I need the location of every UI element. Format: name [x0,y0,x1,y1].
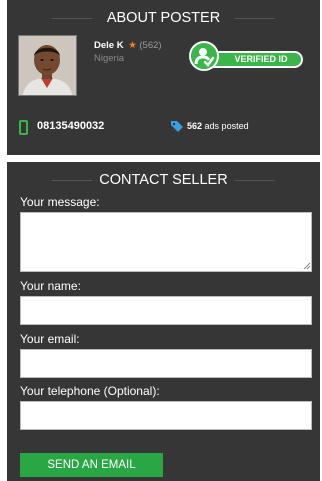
contact-seller-panel: CONTACT SELLER Your message: Your name: … [7,162,320,481]
phone-icon [19,120,28,135]
poster-location: Nigeria [94,53,125,64]
avatar-image [19,36,76,95]
about-poster-panel: ABOUT POSTER Dele K ★ (562) Nigeria VERI… [7,0,320,155]
verified-label: VERIFIED ID [234,54,288,64]
name-field[interactable] [20,296,312,325]
resize-grip-icon[interactable] [303,262,311,270]
telephone-field[interactable] [20,401,312,430]
poster-name-text[interactable]: Dele K [94,40,124,51]
poster-name[interactable]: Dele K ★ (562) [94,40,162,51]
ads-count: 562 [187,121,203,131]
message-label: Your message: [20,195,100,209]
phone-number[interactable]: 08135490032 [37,120,104,132]
contact-seller-heading: CONTACT SELLER [99,172,228,188]
name-label: Your name: [20,279,81,293]
ads-suffix: ads posted [204,121,249,131]
about-heading-bar: ABOUT POSTER [7,8,320,28]
ads-posted[interactable]: 562 ads posted [187,121,249,131]
contact-heading-bar: CONTACT SELLER [7,170,320,190]
tag-icon [170,120,184,138]
send-email-button[interactable]: SEND AN EMAIL [20,453,163,477]
telephone-label: Your telephone (Optional): [20,384,160,398]
verified-user-icon [189,41,219,71]
email-field[interactable] [20,349,312,378]
star-icon: ★ [128,40,137,51]
verified-id-badge: VERIFIED ID [189,41,305,71]
email-label: Your email: [20,332,80,346]
about-poster-heading: ABOUT POSTER [106,10,221,26]
avatar[interactable] [18,35,77,96]
message-field[interactable] [20,212,312,272]
rating-count: (562) [139,40,162,51]
